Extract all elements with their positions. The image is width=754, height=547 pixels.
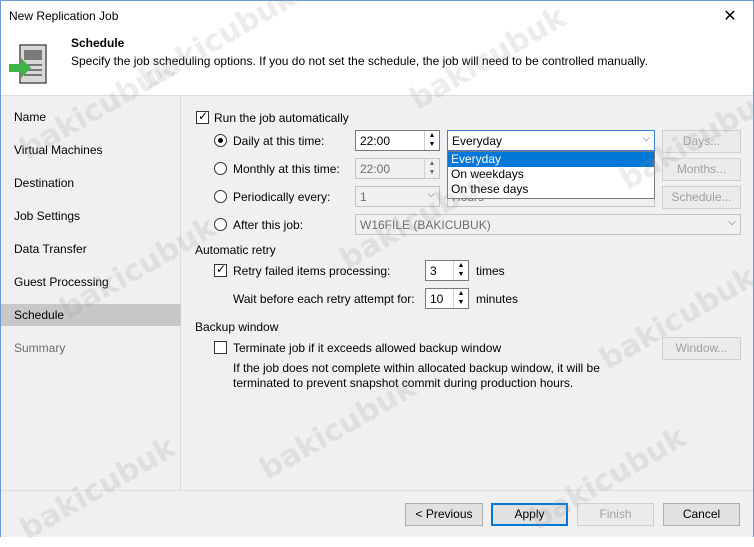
spin-up-icon[interactable]: ▲ <box>454 289 468 298</box>
periodically-label: Periodically every: <box>233 190 331 204</box>
wizard-window: New Replication Job ✕ Schedule Specify t… <box>0 0 754 547</box>
sidebar-item-job-settings[interactable]: Job Settings <box>1 205 181 227</box>
window-title: New Replication Job <box>9 9 119 23</box>
after-job-value: W16FILE (BAKICUBUK) <box>360 218 491 232</box>
spin-down-icon[interactable]: ▼ <box>454 298 468 307</box>
wait-minutes-spinner[interactable]: 10 ▲ ▼ <box>425 288 469 309</box>
periodically-radio[interactable] <box>214 190 227 203</box>
backup-window-note-line2: terminated to prevent snapshot commit du… <box>233 376 574 390</box>
after-job-radio[interactable] <box>214 218 227 231</box>
daily-frequency-select[interactable]: Everyday ⌵ <box>447 130 655 151</box>
sidebar-item-name[interactable]: Name <box>1 106 181 128</box>
wait-label: Wait before each retry attempt for: <box>233 292 415 306</box>
sidebar-item-data-transfer[interactable]: Data Transfer <box>1 238 181 260</box>
terminate-checkbox[interactable] <box>214 341 227 354</box>
sidebar-item-guest-processing[interactable]: Guest Processing <box>1 271 181 293</box>
spin-up-icon[interactable]: ▲ <box>425 159 439 168</box>
close-icon[interactable]: ✕ <box>707 1 753 32</box>
spin-up-icon[interactable]: ▲ <box>425 131 439 140</box>
wizard-steps: Name Virtual Machines Destination Job Se… <box>1 96 181 490</box>
retry-label: Retry failed items processing: <box>233 264 391 278</box>
periodic-value-select[interactable]: 1 ⌵ <box>355 186 440 207</box>
sidebar-item-schedule[interactable]: Schedule <box>1 304 181 326</box>
sidebar-item-destination[interactable]: Destination <box>1 172 181 194</box>
backup-window-heading: Backup window <box>195 320 279 334</box>
chevron-down-icon: ⌵ <box>427 189 435 200</box>
spin-down-icon[interactable]: ▼ <box>425 140 439 149</box>
sidebar-item-virtual-machines[interactable]: Virtual Machines <box>1 139 181 161</box>
finish-button[interactable]: Finish <box>577 503 654 526</box>
periodic-value: 1 <box>360 190 367 204</box>
spin-down-icon[interactable]: ▼ <box>425 168 439 177</box>
daily-time-value: 22:00 <box>360 134 391 148</box>
monthly-radio[interactable] <box>214 162 227 175</box>
previous-button[interactable]: < Previous <box>405 503 483 526</box>
automatic-retry-heading: Automatic retry <box>195 243 276 257</box>
days-button[interactable]: Days... <box>662 130 741 153</box>
apply-button[interactable]: Apply <box>491 503 568 526</box>
window-button[interactable]: Window... <box>662 337 741 360</box>
months-button[interactable]: Months... <box>662 158 741 181</box>
wait-minutes-value: 10 <box>430 292 444 306</box>
monthly-label: Monthly at this time: <box>233 162 340 176</box>
daily-radio[interactable] <box>214 134 227 147</box>
retry-checkbox[interactable] <box>214 262 227 277</box>
wait-unit: minutes <box>476 292 519 306</box>
schedule-button[interactable]: Schedule... <box>662 186 741 209</box>
run-automatically-checkbox[interactable] <box>196 109 209 124</box>
chevron-down-icon: ⌵ <box>642 133 650 144</box>
after-job-label: After this job: <box>233 218 304 232</box>
monthly-time-spinner[interactable]: 22:00 ▲ ▼ <box>355 158 440 179</box>
monthly-time-value: 22:00 <box>360 162 391 176</box>
spin-up-icon[interactable]: ▲ <box>454 261 468 270</box>
schedule-wizard-icon <box>9 44 47 84</box>
retry-count-spinner[interactable]: 3 ▲ ▼ <box>425 260 469 281</box>
chevron-down-icon: ⌵ <box>728 217 736 228</box>
page-description: Specify the job scheduling options. If y… <box>71 54 648 68</box>
retry-unit: times <box>476 264 505 278</box>
daily-frequency-value: Everyday <box>452 134 503 148</box>
spin-down-icon[interactable]: ▼ <box>454 270 468 279</box>
title-bar: New Replication Job ✕ <box>1 1 753 32</box>
dropdown-option-weekdays[interactable]: On weekdays <box>448 167 654 182</box>
daily-time-spinner[interactable]: 22:00 ▲ ▼ <box>355 130 440 151</box>
daily-label: Daily at this time: <box>233 134 325 148</box>
cancel-button[interactable]: Cancel <box>663 503 740 526</box>
run-automatically-label: Run the job automatically <box>214 111 349 125</box>
dropdown-option-everyday[interactable]: Everyday <box>448 152 654 167</box>
terminate-label: Terminate job if it exceeds allowed back… <box>233 341 502 355</box>
sidebar-item-summary: Summary <box>14 341 66 355</box>
wizard-footer: < Previous Apply Finish Cancel <box>1 490 753 537</box>
page-title: Schedule <box>71 36 125 50</box>
page-header: Schedule Specify the job scheduling opti… <box>1 32 753 96</box>
retry-count-value: 3 <box>430 264 437 278</box>
dropdown-option-these-days[interactable]: On these days <box>448 182 654 197</box>
after-job-select[interactable]: W16FILE (BAKICUBUK) ⌵ <box>355 214 741 235</box>
frequency-dropdown-list: Everyday On weekdays On these days <box>447 151 655 199</box>
backup-window-note-line1: If the job does not complete within allo… <box>233 361 600 375</box>
